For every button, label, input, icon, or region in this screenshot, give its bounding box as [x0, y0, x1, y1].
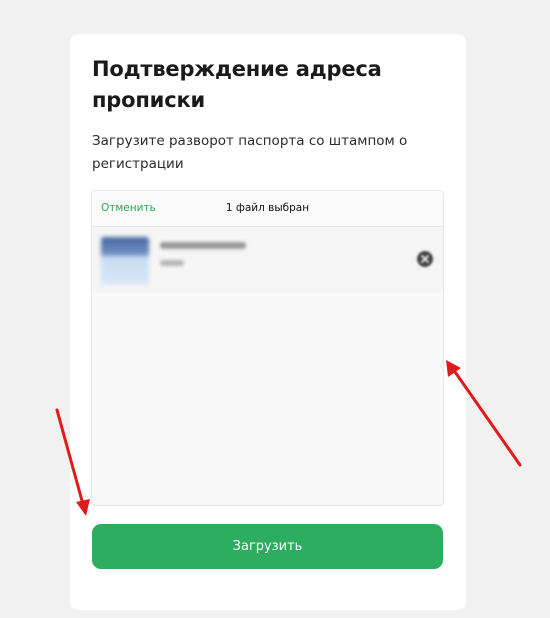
upload-button[interactable]: Загрузить	[92, 524, 443, 569]
file-uploader[interactable]: Отменить 1 файл выбран	[91, 190, 444, 506]
selection-status: 1 файл выбран	[225, 202, 310, 214]
image-thumbnail-icon	[101, 237, 149, 285]
remove-file-icon[interactable]	[415, 249, 435, 269]
upload-card: Подтверждение адреса прописки Загрузите …	[70, 34, 466, 610]
page: Подтверждение адреса прописки Загрузите …	[0, 0, 550, 618]
file-name-blurred	[160, 242, 246, 249]
file-list-item	[92, 227, 443, 293]
page-subtitle: Загрузите разворот паспорта со штампом о…	[92, 133, 408, 172]
uploader-header: Отменить 1 файл выбран	[92, 191, 443, 227]
file-size-blurred	[160, 260, 184, 266]
page-title: Подтверждение адреса прописки	[92, 57, 382, 112]
